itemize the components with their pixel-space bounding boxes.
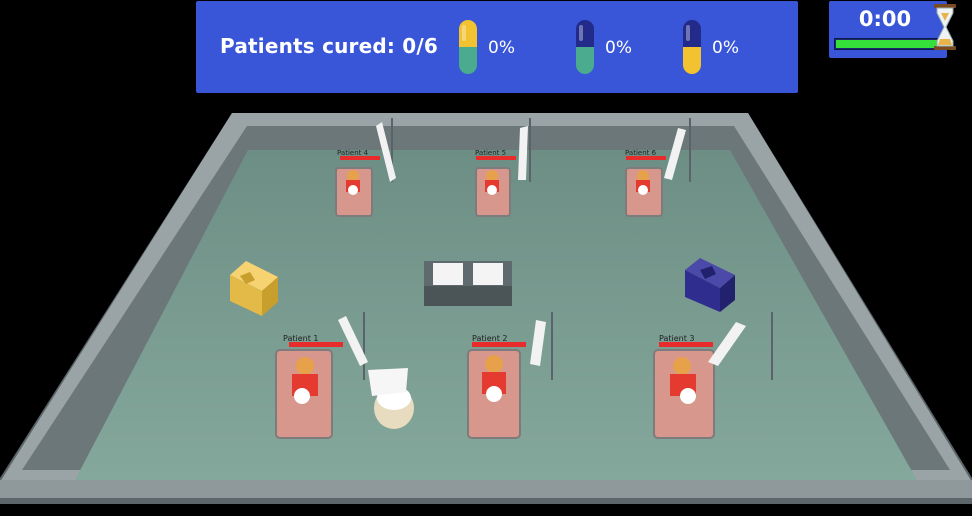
bed-patient-3[interactable] [653,349,715,439]
patient-label: Patient 6 [625,149,657,157]
timer-value: 0:00 [858,7,912,31]
medicine-capsule-navy-green-icon [576,20,594,74]
hourglass-icon [934,4,956,50]
room-wall-front [0,480,972,498]
patient-label: Patient 2 [472,334,508,343]
timer-progress-bar [834,38,940,50]
medicine-1-percent: 0% [488,38,515,58]
patient-label: Patient 1 [283,334,319,343]
bed-patient-6[interactable] [625,167,663,217]
bed-patient-4[interactable] [335,167,373,217]
bed-patient-2[interactable] [467,349,521,439]
patient-label: Patient 3 [659,334,695,343]
medicine-3-percent: 0% [712,38,739,58]
center-table[interactable] [424,261,512,306]
medicine-capsule-yellow-green-icon [459,20,477,74]
patients-cured-label: Patients cured: 0/6 [220,34,438,58]
patient-label: Patient 5 [475,149,506,157]
bed-patient-1[interactable] [275,349,333,439]
medicine-capsule-navy-yellow-icon [683,20,701,74]
cure-status-panel: Patients cured: 0/6 0% 0% 0% [196,1,798,93]
medicine-2-percent: 0% [605,38,632,58]
timer-progress-fill [836,40,938,48]
bed-patient-5[interactable] [475,167,511,217]
patient-label: Patient 4 [337,149,369,157]
